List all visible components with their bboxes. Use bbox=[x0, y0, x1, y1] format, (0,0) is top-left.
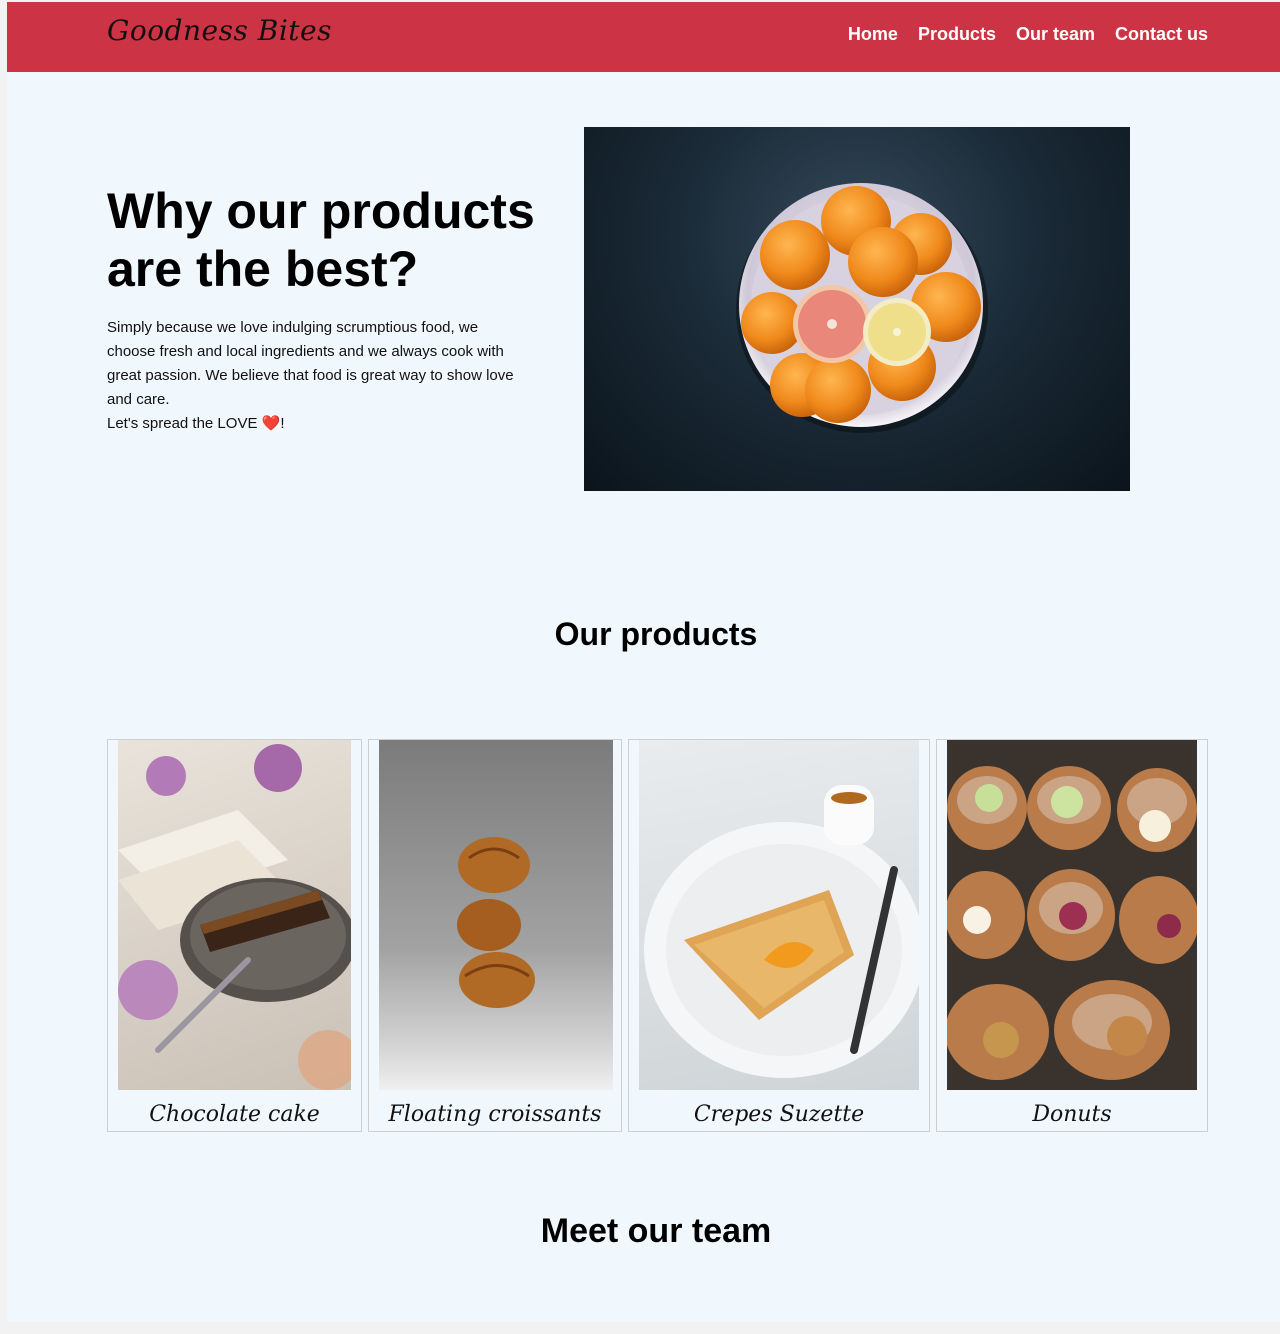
hero-description: Simply because we love indulging scrumpt… bbox=[107, 316, 517, 436]
page: Goodness Bites Home Products Our team Co… bbox=[7, 2, 1280, 1322]
nav-link-products[interactable]: Products bbox=[918, 24, 996, 45]
love-prefix: Let's spread the LOVE bbox=[107, 415, 262, 432]
donuts-photo bbox=[947, 740, 1197, 1090]
team-section-title: Meet our team bbox=[540, 1212, 772, 1250]
heart-icon: ❤️ bbox=[261, 415, 281, 432]
product-card-crepes-suzette[interactable]: Crepes Suzette bbox=[628, 739, 930, 1132]
nav-menu: Home Products Our team Contact us bbox=[848, 24, 1208, 45]
hero-image-citrus-bowl bbox=[584, 127, 1130, 491]
hero-love-line: Let's spread the LOVE ❤️! bbox=[107, 412, 517, 436]
hero-paragraph: Simply because we love indulging scrumpt… bbox=[107, 319, 514, 408]
products-section-title: Our products bbox=[554, 616, 758, 652]
hero-title: Why our products are the best? bbox=[107, 183, 535, 297]
product-card-floating-croissants[interactable]: Floating croissants bbox=[368, 739, 622, 1132]
love-suffix: ! bbox=[280, 415, 285, 432]
nav-link-contact-us[interactable]: Contact us bbox=[1115, 24, 1208, 45]
product-card-chocolate-cake[interactable]: Chocolate cake bbox=[107, 739, 362, 1132]
navbar: Goodness Bites Home Products Our team Co… bbox=[7, 2, 1280, 72]
product-name: Donuts bbox=[1032, 1102, 1112, 1127]
crepes-suzette-photo bbox=[639, 740, 919, 1090]
nav-link-our-team[interactable]: Our team bbox=[1016, 24, 1095, 45]
product-name: Crepes Suzette bbox=[693, 1102, 865, 1127]
nav-link-home[interactable]: Home bbox=[848, 24, 898, 45]
citrus-bowl-illustration bbox=[736, 183, 988, 433]
site-logo[interactable]: Goodness Bites bbox=[107, 14, 332, 47]
product-name: Chocolate cake bbox=[149, 1102, 320, 1127]
floating-croissants-photo bbox=[379, 740, 613, 1090]
chocolate-cake-photo bbox=[118, 740, 351, 1090]
product-card-donuts[interactable]: Donuts bbox=[936, 739, 1208, 1132]
product-name: Floating croissants bbox=[388, 1102, 602, 1127]
